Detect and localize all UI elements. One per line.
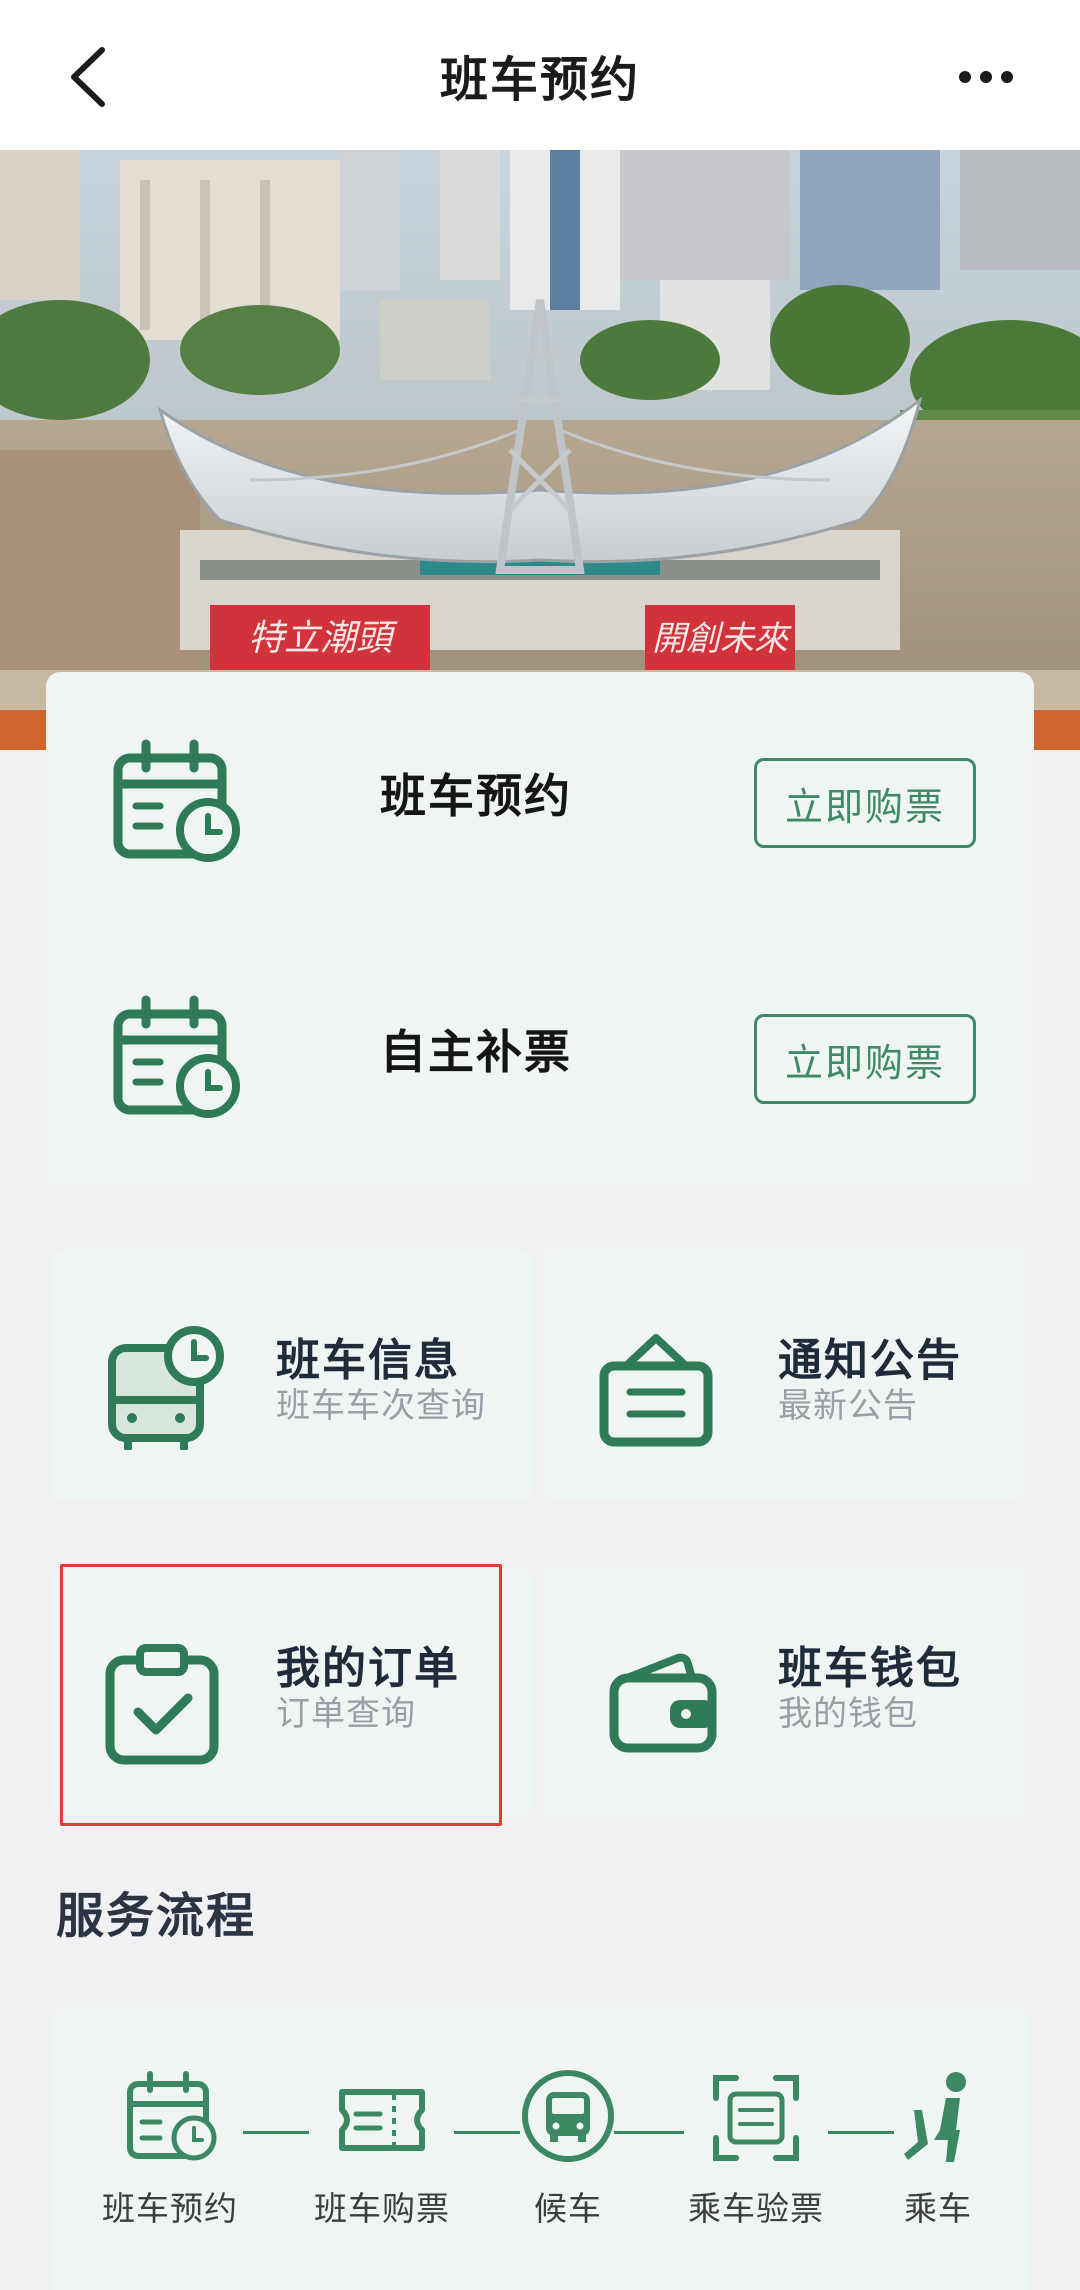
scan-ticket-icon: [713, 2075, 799, 2161]
flow-step-verify: 乘车验票: [676, 2070, 836, 2240]
ticket-icon: [339, 2089, 425, 2151]
tile-wallet[interactable]: 班车钱包 我的钱包: [544, 1566, 1026, 1816]
flow-connector: [243, 2131, 309, 2134]
page-title: 班车预约: [439, 52, 640, 108]
tile-subtitle: 班车车次查询: [276, 1386, 486, 1426]
notice-board-icon: [599, 1334, 713, 1447]
bus-circle-icon: [522, 2070, 614, 2162]
flow-step-label: 班车预约: [102, 2189, 238, 2228]
seat-passenger-icon: [904, 2072, 966, 2162]
flow-step-label: 乘车: [904, 2189, 972, 2228]
svg-text:開創未來: 開創未來: [652, 619, 792, 659]
clipboard-check-icon: [105, 1644, 219, 1765]
flow-step-label: 候车: [534, 2189, 602, 2228]
buy-ticket-button[interactable]: 立即购票: [754, 758, 976, 848]
more-button[interactable]: [946, 55, 1026, 99]
booking-row-supplement[interactable]: 自主补票 立即购票: [46, 928, 1034, 1184]
bus-clock-icon: [108, 1326, 224, 1450]
calendar-clock-icon: [113, 995, 240, 1118]
svg-text:特立潮頭: 特立潮頭: [248, 618, 398, 659]
buy-ticket-button[interactable]: 立即购票: [754, 1014, 976, 1104]
tile-notices[interactable]: 通知公告 最新公告: [544, 1250, 1026, 1500]
tile-subtitle: 我的钱包: [778, 1694, 918, 1734]
calendar-clock-icon: [127, 2071, 217, 2161]
more-dots-icon: [959, 71, 1013, 83]
booking-row-reserve[interactable]: 班车预约 立即购票: [46, 672, 1034, 928]
flow-step-wait: 候车: [488, 2070, 648, 2240]
flow-step-label: 乘车验票: [688, 2189, 824, 2228]
flow-step-reserve: 班车预约: [90, 2070, 250, 2240]
flow-step-buy: 班车购票: [302, 2070, 462, 2240]
tile-bus-info[interactable]: 班车信息 班车车次查询: [52, 1250, 532, 1500]
tile-subtitle: 最新公告: [778, 1386, 918, 1426]
booking-card: 班车预约 立即购票 自主补票 立即购票: [46, 672, 1034, 1184]
section-title-process: 服务流程: [56, 1888, 257, 1944]
calendar-clock-icon: [113, 739, 240, 862]
top-bar: 班车预约: [0, 0, 1080, 150]
booking-label: 班车预约: [380, 769, 572, 823]
hero-banner-image: 特立潮頭 開創未來: [0, 150, 1080, 750]
wallet-icon: [609, 1653, 717, 1753]
tile-subtitle: 订单查询: [276, 1694, 416, 1734]
flow-step-ride: 乘车: [878, 2070, 998, 2240]
flow-step-label: 班车购票: [314, 2189, 450, 2228]
tile-my-orders[interactable]: 我的订单 订单查询: [52, 1566, 532, 1816]
booking-label: 自主补票: [380, 1025, 572, 1079]
